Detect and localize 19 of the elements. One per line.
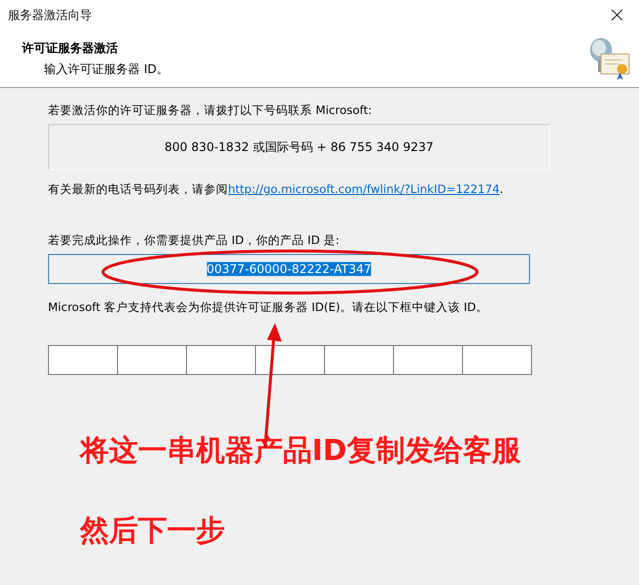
- server-id-field[interactable]: [393, 345, 463, 375]
- product-id-label: 若要完成此操作，你需要提供产品 ID，你的产品 ID 是:: [48, 233, 340, 248]
- page-title: 许可证服务器激活: [22, 40, 119, 57]
- server-id-field[interactable]: [462, 345, 532, 375]
- server-id-field[interactable]: [186, 345, 256, 375]
- server-certificate-icon: [587, 36, 631, 82]
- page-subtitle: 输入许可证服务器 ID。: [43, 61, 169, 78]
- server-id-field[interactable]: [255, 345, 325, 375]
- product-id-field[interactable]: 00377-60000-82222-AT347: [48, 254, 530, 284]
- fwlink-link[interactable]: http://go.microsoft.com/fwlink/?LinkID=122174: [228, 182, 500, 196]
- call-instruction: 若要激活你的许可证服务器，请拨打以下号码联系 Microsoft:: [48, 103, 373, 118]
- phone-numbers: 800 830-1832 或国际号码 + 86 755 340 9237: [48, 124, 550, 170]
- server-id-field[interactable]: [48, 345, 118, 375]
- server-id-field[interactable]: [117, 345, 187, 375]
- annotation-text: 然后下一步: [80, 512, 226, 549]
- server-id-field[interactable]: [324, 345, 394, 375]
- support-instruction: Microsoft 客户支持代表会为你提供许可证服务器 ID(E)。请在以下框中键入该 ID。: [48, 300, 490, 315]
- window-title: 服务器激活向导: [8, 6, 92, 24]
- phone-list-note: 有关最新的电话号码列表，请参阅 http://go.microsoft.com/fwlink/?LinkID=122174.: [48, 182, 504, 197]
